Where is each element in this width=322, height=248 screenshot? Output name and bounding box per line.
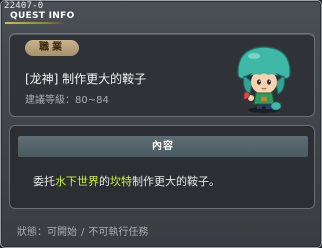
title-underline xyxy=(5,22,65,24)
quest-id: 22407-0 xyxy=(4,1,44,11)
status-separator: / xyxy=(81,227,85,238)
desc-text-2: 的 xyxy=(99,175,110,188)
level-label: 建議等級： xyxy=(25,95,75,106)
category-badge: 職業 xyxy=(25,40,79,56)
quest-name: [龙神] 制作更大的鞍子 xyxy=(25,72,147,86)
status-label: 狀態： xyxy=(17,227,47,238)
quest-info-window: 22407-0 QUEST INFO 職業 [龙神] 制作更大的鞍子 建議等級：… xyxy=(0,0,322,248)
level-range: 80~84 xyxy=(75,95,109,106)
desc-text-1: 委托 xyxy=(33,175,55,188)
desc-npc-link: 坎特 xyxy=(110,175,132,188)
window-title: QUEST INFO xyxy=(10,11,75,21)
quest-content-panel: 內容 委托水下世界的坎特制作更大的鞍子。 xyxy=(9,125,315,209)
recommended-level: 建議等級：80~84 xyxy=(25,91,109,106)
content-header: 內容 xyxy=(18,136,308,157)
desc-place-link: 水下世界 xyxy=(55,175,99,188)
status-value-1: 可開始 xyxy=(47,227,77,238)
desc-text-3: 制作更大的鞍子。 xyxy=(132,175,220,188)
quest-description: 委托水下世界的坎特制作更大的鞍子。 xyxy=(33,173,220,189)
quest-status: 狀態：可開始 / 不可執行任務 xyxy=(17,223,148,238)
npc-portrait-icon xyxy=(237,46,291,113)
quest-summary-panel: 職業 [龙神] 制作更大的鞍子 建議等級：80~84 xyxy=(9,33,315,117)
status-value-2: 不可執行任務 xyxy=(88,227,149,238)
